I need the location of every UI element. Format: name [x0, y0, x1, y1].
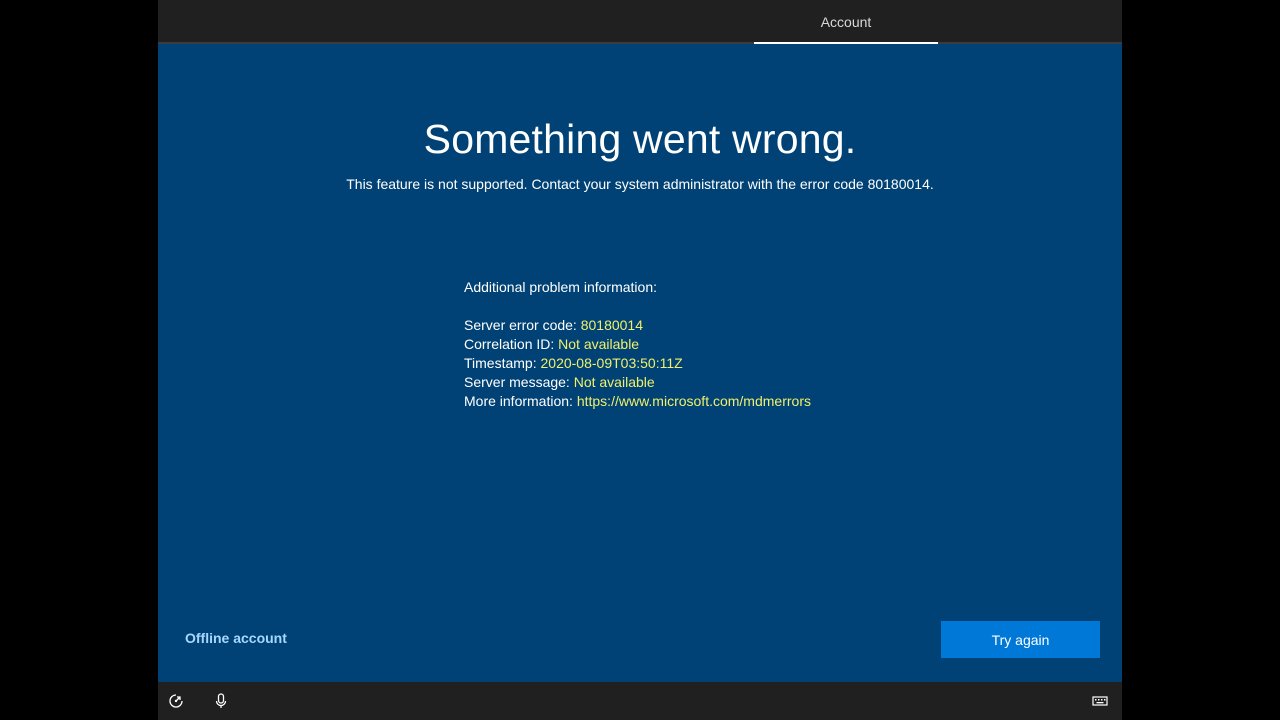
info-row-server-error-code: Server error code: 80180014	[464, 316, 811, 335]
info-value: Not available	[573, 374, 655, 390]
info-label: Timestamp:	[464, 355, 541, 371]
try-again-button[interactable]: Try again	[941, 621, 1100, 658]
ease-of-access-icon[interactable]	[167, 692, 185, 710]
top-bar-divider	[158, 42, 1122, 44]
bottom-bar	[158, 682, 1122, 720]
info-label: Server error code:	[464, 317, 581, 333]
info-label: More information:	[464, 393, 577, 409]
info-value: Not available	[558, 336, 640, 352]
keyboard-icon[interactable]	[1091, 692, 1109, 710]
info-row-correlation-id: Correlation ID: Not available	[464, 335, 811, 354]
problem-info-title: Additional problem information:	[464, 279, 657, 295]
info-row-more-information: More information: https://www.microsoft.…	[464, 392, 811, 411]
problem-info-panel: Additional problem information: Server e…	[464, 278, 811, 411]
oobe-screen: Account Something went wrong. This featu…	[158, 0, 1122, 720]
info-row-timestamp: Timestamp: 2020-08-09T03:50:11Z	[464, 354, 811, 373]
page-title: Something went wrong.	[423, 116, 857, 162]
microphone-icon[interactable]	[212, 692, 230, 710]
top-bar: Account	[158, 0, 1122, 44]
offline-account-link[interactable]: Offline account	[185, 630, 287, 646]
info-label: Server message:	[464, 374, 574, 390]
info-value: 80180014	[580, 317, 644, 333]
info-value: 2020-08-09T03:50:11Z	[540, 355, 683, 371]
info-row-server-message: Server message: Not available	[464, 373, 811, 392]
error-message: This feature is not supported. Contact y…	[346, 176, 934, 192]
info-label: Correlation ID:	[464, 336, 559, 352]
tab-account[interactable]: Account	[754, 0, 938, 44]
more-information-link[interactable]: https://www.microsoft.com/mdmerrors	[577, 393, 811, 409]
tab-account-underline	[754, 42, 938, 44]
